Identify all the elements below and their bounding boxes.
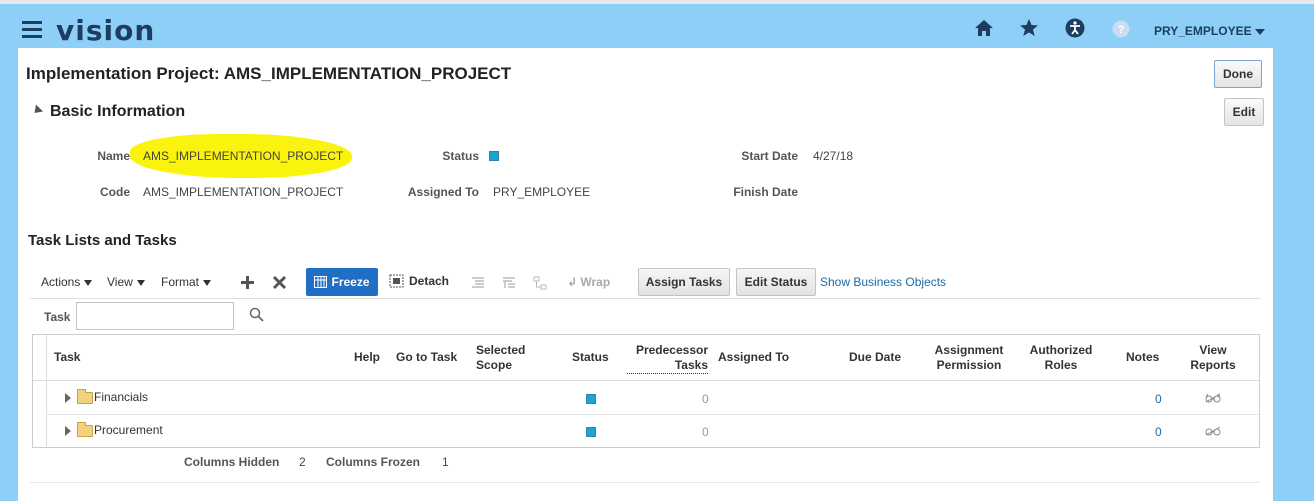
status-label: Status [442, 149, 479, 163]
chevron-down-icon [84, 279, 93, 286]
col-authorized-roles[interactable]: Authorized Roles [1023, 343, 1099, 373]
col-view-reports[interactable]: View Reports [1183, 343, 1243, 373]
col-status[interactable]: Status [572, 350, 609, 365]
chevron-down-icon [1254, 28, 1265, 35]
code-label: Code [100, 185, 130, 199]
task-search-input[interactable] [76, 302, 234, 330]
folder-icon [77, 389, 93, 404]
columns-hidden-label: Columns Hidden [184, 455, 280, 469]
actions-menu[interactable]: Actions [41, 275, 93, 289]
status-value [489, 150, 499, 164]
col-assigned-to[interactable]: Assigned To [718, 350, 789, 365]
name-value: AMS_IMPLEMENTATION_PROJECT [143, 149, 344, 163]
freeze-button[interactable]: Freeze [306, 268, 378, 296]
basic-information-header[interactable]: Basic Information [30, 103, 185, 121]
assign-tasks-button[interactable]: Assign Tasks [638, 268, 730, 296]
columns-frozen-value: 1 [442, 455, 449, 469]
task-search-label: Task [44, 310, 71, 324]
folder-icon [77, 422, 93, 437]
col-due-date[interactable]: Due Date [849, 350, 901, 365]
status-cell [586, 393, 596, 407]
edit-button[interactable]: Edit [1224, 98, 1264, 126]
status-cell [586, 426, 596, 440]
outdent-icon [503, 277, 515, 288]
chevron-down-icon [136, 279, 145, 286]
expand-icon[interactable] [65, 426, 71, 436]
col-assignment-permission[interactable]: Assignment Permission [929, 343, 1009, 373]
help-icon[interactable]: ? [1112, 20, 1130, 38]
predecessor-count: 0 [702, 392, 709, 406]
task-lists-heading: Task Lists and Tasks [28, 232, 177, 249]
wrap-icon: ↲ [567, 275, 578, 289]
edit-status-button[interactable]: Edit Status [736, 268, 816, 296]
tasks-toolbar: Actions View Format Freeze Detach ↲ Wrap… [18, 266, 1273, 300]
notes-count[interactable]: 0 [1155, 425, 1162, 439]
start-date-label: Start Date [741, 149, 798, 163]
done-button[interactable]: Done [1214, 60, 1262, 88]
search-icon[interactable] [249, 307, 264, 322]
menu-icon[interactable] [22, 21, 42, 38]
app-logo[interactable]: vision [56, 14, 155, 47]
col-task[interactable]: Task [54, 350, 80, 365]
task-name[interactable]: Procurement [94, 423, 163, 437]
add-icon[interactable] [240, 275, 255, 290]
main-panel: Implementation Project: AMS_IMPLEMENTATI… [18, 48, 1273, 501]
chevron-down-icon [203, 279, 212, 286]
table-row[interactable]: Financials 0 0 [47, 382, 1259, 415]
home-icon[interactable] [974, 18, 994, 38]
assigned-to-value: PRY_EMPLOYEE [493, 185, 591, 199]
assigned-to-label: Assigned To [407, 185, 479, 199]
show-business-objects-link[interactable]: Show Business Objects [820, 275, 946, 289]
detach-icon [389, 274, 404, 288]
view-menu[interactable]: View [107, 275, 145, 289]
col-notes[interactable]: Notes [1126, 350, 1159, 365]
top-bar: vision ? PRY_EMPLOYEE [0, 0, 1314, 48]
accessibility-icon[interactable] [1065, 18, 1085, 38]
detach-button[interactable]: Detach [389, 274, 449, 288]
predecessor-count: 0 [702, 425, 709, 439]
favorites-star-icon[interactable] [1019, 18, 1039, 38]
task-name[interactable]: Financials [94, 390, 148, 404]
toolbar-divider [30, 298, 1260, 299]
expand-icon[interactable] [65, 393, 71, 403]
notes-count[interactable]: 0 [1155, 392, 1162, 406]
indent-icon [472, 277, 484, 288]
delete-icon[interactable] [272, 275, 287, 290]
table-header: Task Help Go to Task Selected Scope Statu… [33, 335, 1259, 381]
columns-frozen-label: Columns Frozen [326, 455, 421, 469]
status-indicator-icon [586, 394, 596, 404]
freeze-icon [314, 276, 328, 288]
hierarchy-icon [533, 276, 547, 290]
svg-text:?: ? [1118, 24, 1125, 36]
table-row[interactable]: Procurement 0 0 [47, 415, 1259, 448]
page-title: Implementation Project: AMS_IMPLEMENTATI… [26, 64, 512, 83]
view-reports-glasses-icon[interactable] [1205, 393, 1221, 403]
col-predecessor-tasks[interactable]: Predecessor Tasks [627, 343, 708, 374]
col-selected-scope[interactable]: Selected Scope [476, 343, 525, 373]
name-label: Name [97, 149, 130, 163]
col-help[interactable]: Help [354, 350, 380, 365]
user-menu[interactable]: PRY_EMPLOYEE [1154, 24, 1265, 38]
code-value: AMS_IMPLEMENTATION_PROJECT [143, 185, 344, 199]
columns-hidden-value: 2 [299, 455, 306, 469]
col-go-to-task[interactable]: Go to Task [396, 350, 457, 365]
user-name: PRY_EMPLOYEE [1154, 24, 1252, 38]
wrap-button: ↲ Wrap [567, 275, 611, 289]
collapse-icon [30, 104, 44, 117]
status-indicator-icon [489, 151, 499, 161]
tasks-table: Task Help Go to Task Selected Scope Statu… [32, 334, 1260, 448]
start-date-value: 4/27/18 [813, 149, 854, 163]
bottom-divider [30, 482, 1260, 483]
finish-date-label: Finish Date [733, 185, 798, 199]
status-indicator-icon [586, 427, 596, 437]
view-reports-glasses-icon[interactable] [1205, 426, 1221, 436]
format-menu[interactable]: Format [161, 275, 212, 289]
